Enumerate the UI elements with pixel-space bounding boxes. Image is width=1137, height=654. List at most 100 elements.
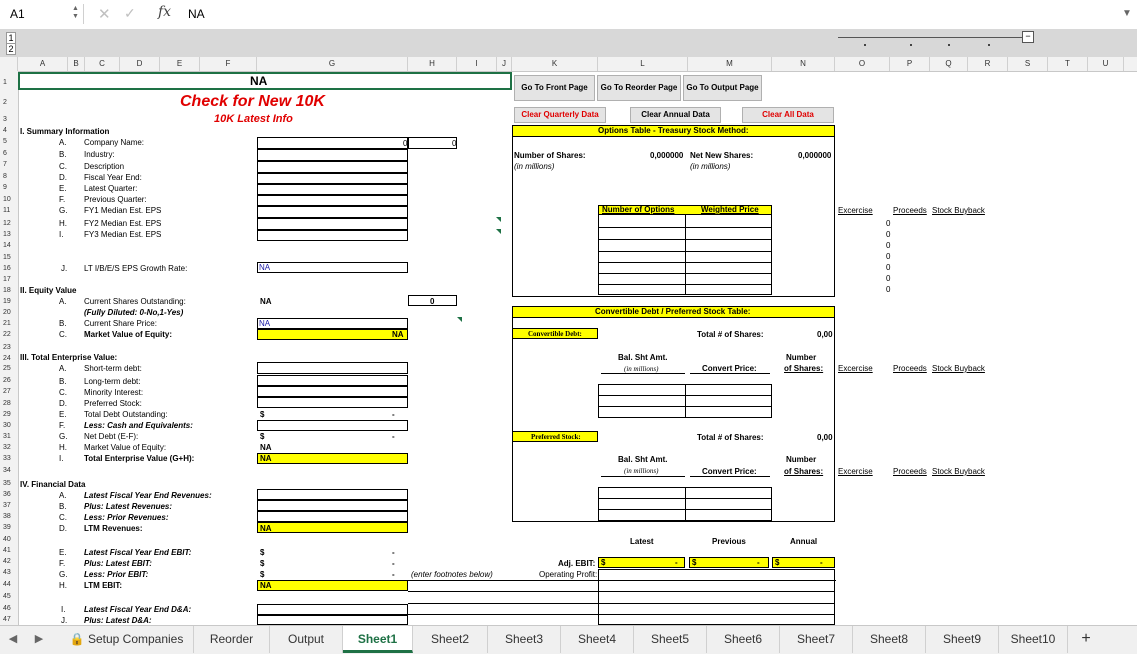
row-header[interactable]: 8: [0, 173, 19, 180]
column-header[interactable]: S: [1008, 57, 1048, 71]
column-header[interactable]: L: [598, 57, 688, 71]
column-header[interactable]: K: [512, 57, 598, 71]
clear-all-button[interactable]: Clear All Data: [742, 107, 834, 123]
tab-sheet4[interactable]: Sheet4: [561, 626, 634, 653]
prior-revenues-cell[interactable]: [257, 511, 408, 522]
row-header[interactable]: 18: [0, 287, 19, 294]
row-header[interactable]: 2: [0, 99, 19, 106]
row-header[interactable]: 13: [0, 231, 19, 238]
row-header[interactable]: 43: [0, 569, 19, 576]
row-header[interactable]: 31: [0, 433, 19, 440]
clear-quarterly-button[interactable]: Clear Quarterly Data: [514, 107, 606, 123]
row-header[interactable]: 1: [0, 79, 19, 86]
row-header[interactable]: 7: [0, 161, 19, 168]
confirm-icon[interactable]: ✓: [124, 5, 136, 22]
name-box-stepper-icon[interactable]: ▲ ▼: [72, 5, 79, 21]
tab-sheet9[interactable]: Sheet9: [926, 626, 999, 653]
column-header[interactable]: C: [85, 57, 120, 71]
row-header[interactable]: 21: [0, 320, 19, 327]
row-header[interactable]: 15: [0, 254, 19, 261]
row-header[interactable]: 23: [0, 344, 19, 351]
column-header[interactable]: O: [835, 57, 890, 71]
row-header[interactable]: 46: [0, 605, 19, 612]
latest-da-cell[interactable]: [257, 615, 408, 625]
row-header[interactable]: 17: [0, 276, 19, 283]
tab-sheet5[interactable]: Sheet5: [634, 626, 707, 653]
share-price-cell[interactable]: [257, 318, 408, 329]
column-header[interactable]: P: [890, 57, 930, 71]
tab-sheet2[interactable]: Sheet2: [413, 626, 488, 653]
tev-total-cell[interactable]: [257, 453, 408, 464]
tab-sheet6[interactable]: Sheet6: [707, 626, 780, 653]
column-header[interactable]: J: [497, 57, 512, 71]
row-header[interactable]: 4: [0, 127, 19, 134]
row-header[interactable]: 11: [0, 207, 19, 214]
industry-cell[interactable]: [257, 149, 408, 161]
row-header[interactable]: 14: [0, 242, 19, 249]
column-header[interactable]: E: [160, 57, 200, 71]
latest-quarter-cell[interactable]: [257, 184, 408, 195]
row-header[interactable]: 35: [0, 480, 19, 487]
row-header[interactable]: 22: [0, 331, 19, 338]
row-header[interactable]: 19: [0, 298, 19, 305]
row-header[interactable]: 3: [0, 116, 19, 123]
go-to-output-page-button[interactable]: Go To Output Page: [683, 75, 762, 101]
add-sheet-button[interactable]: +: [1068, 626, 1104, 653]
column-header[interactable]: R: [968, 57, 1008, 71]
row-header[interactable]: 45: [0, 593, 19, 600]
error-indicator-icon[interactable]: [496, 217, 501, 222]
row-header[interactable]: 32: [0, 444, 19, 451]
row-header[interactable]: 28: [0, 400, 19, 407]
row-header[interactable]: 27: [0, 388, 19, 395]
tab-setup-companies[interactable]: 🔒 Setup Companies: [60, 626, 194, 653]
long-term-debt-cell[interactable]: [257, 375, 408, 386]
previous-quarter-cell[interactable]: [257, 195, 408, 206]
row-header[interactable]: 25: [0, 365, 19, 372]
fy3-eps-cell[interactable]: [257, 230, 408, 241]
column-header[interactable]: D: [120, 57, 160, 71]
cash-cell[interactable]: [257, 420, 408, 431]
row-header[interactable]: 38: [0, 513, 19, 520]
preferred-stock-cell[interactable]: [257, 397, 408, 408]
row-header[interactable]: 44: [0, 581, 19, 588]
short-term-debt-cell[interactable]: [257, 362, 408, 374]
outline-collapse-button[interactable]: −: [1022, 31, 1034, 43]
ltm-ebit-cell[interactable]: [257, 580, 408, 591]
growth-cell[interactable]: [257, 262, 408, 273]
row-header[interactable]: 26: [0, 377, 19, 384]
row-header[interactable]: 40: [0, 536, 19, 543]
column-header[interactable]: N: [772, 57, 835, 71]
tab-scroll-left-icon[interactable]: ◀: [0, 626, 26, 653]
column-header[interactable]: G: [257, 57, 408, 71]
row-header[interactable]: 37: [0, 502, 19, 509]
market-value-cell[interactable]: [257, 329, 408, 340]
ltm-revenues-cell[interactable]: [257, 522, 408, 533]
row-header[interactable]: 42: [0, 558, 19, 565]
description-cell[interactable]: [257, 161, 408, 173]
row-header[interactable]: 29: [0, 411, 19, 418]
row-header[interactable]: 12: [0, 220, 19, 227]
fy1-eps-cell[interactable]: [257, 206, 408, 218]
fx-icon[interactable]: fx: [158, 4, 171, 20]
row-header[interactable]: 30: [0, 422, 19, 429]
column-header[interactable]: Q: [930, 57, 968, 71]
row-header[interactable]: 20: [0, 309, 19, 316]
fy-revenues-cell[interactable]: [257, 489, 408, 500]
tab-sheet3[interactable]: Sheet3: [488, 626, 561, 653]
chevron-down-icon[interactable]: ▼: [1122, 8, 1132, 19]
tab-output[interactable]: Output: [270, 626, 343, 653]
tab-scroll-right-icon[interactable]: ▶: [26, 626, 52, 653]
row-header[interactable]: 34: [0, 467, 19, 474]
tab-reorder[interactable]: Reorder: [194, 626, 270, 653]
row-header[interactable]: 6: [0, 150, 19, 157]
clear-annual-button[interactable]: Clear Annual Data: [630, 107, 721, 123]
row-header[interactable]: 39: [0, 524, 19, 531]
select-all-corner[interactable]: [0, 57, 18, 71]
row-header[interactable]: 10: [0, 196, 19, 203]
outline-level-2-button[interactable]: 2: [6, 43, 16, 55]
adj-ebit-annual-cell[interactable]: [772, 557, 835, 568]
operating-profit-grid[interactable]: [598, 569, 835, 625]
fy2-eps-cell[interactable]: [257, 218, 408, 230]
column-header[interactable]: B: [68, 57, 85, 71]
tab-sheet7[interactable]: Sheet7: [780, 626, 853, 653]
